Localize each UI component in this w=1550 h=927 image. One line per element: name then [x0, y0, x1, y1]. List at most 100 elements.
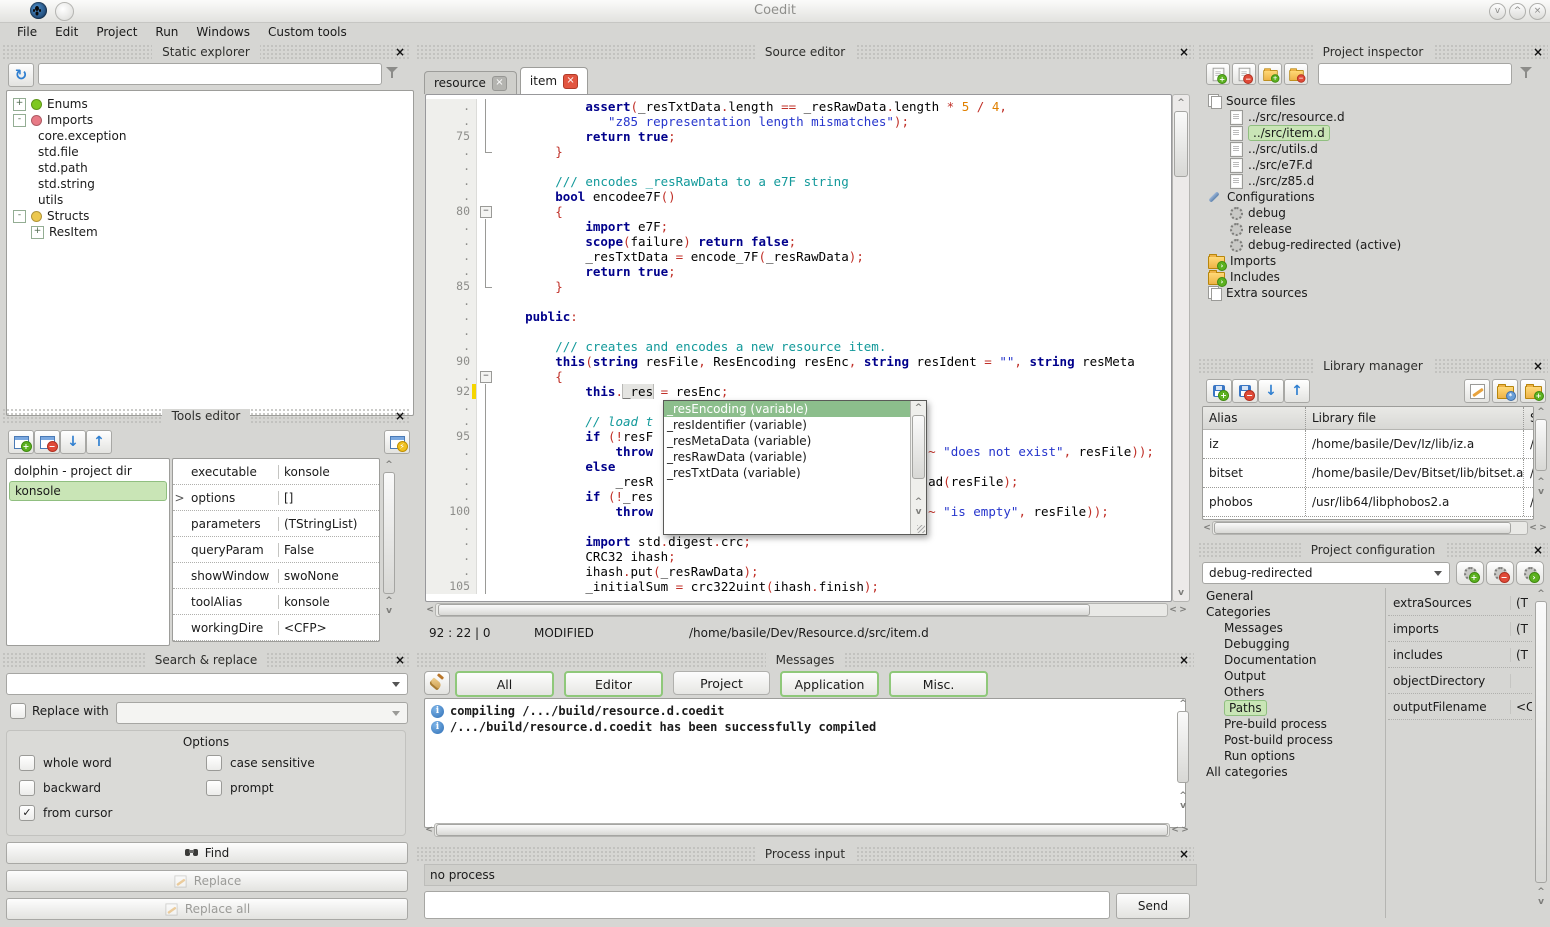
send-button[interactable]: Send	[1116, 893, 1190, 919]
completion-popup-scrollbar[interactable]: ^ ^v	[910, 401, 926, 534]
replace-term-combobox[interactable]	[116, 702, 408, 724]
tool-property-row[interactable]: executablekonsole	[173, 459, 379, 485]
completion-item[interactable]: _resRawData (variable)	[664, 449, 911, 465]
clear-messages-button[interactable]	[424, 671, 450, 695]
tab-close-icon[interactable]: ×	[563, 74, 578, 89]
filter-project[interactable]: Project	[673, 671, 770, 695]
configuration-scrollbar[interactable]: ^ ^v	[1534, 588, 1548, 918]
editor-horizontal-scrollbar[interactable]: < <>	[425, 603, 1188, 617]
replace-with-checkbox[interactable]	[10, 703, 26, 719]
remove-library-button[interactable]: −	[1232, 379, 1258, 403]
tree-item[interactable]: -Imports	[9, 112, 411, 128]
tree-item[interactable]: +ResItem	[9, 224, 411, 240]
project-tree-item[interactable]: ../src/e7F.d	[1202, 157, 1548, 173]
tree-item[interactable]: utils	[9, 192, 411, 208]
remove-configuration-button[interactable]: −	[1486, 561, 1514, 585]
edit-library-button[interactable]	[1464, 379, 1490, 403]
add-library-button[interactable]: +	[1206, 379, 1232, 403]
messages-vertical-scrollbar[interactable]: ^ ^v	[1176, 698, 1190, 818]
category-tree-item[interactable]: Messages	[1202, 620, 1378, 636]
project-tree-item[interactable]: debug	[1202, 205, 1548, 221]
category-tree-item[interactable]: Documentation	[1202, 652, 1378, 668]
checkbox-whole-word[interactable]	[19, 755, 35, 771]
expander-icon[interactable]: -	[13, 210, 26, 223]
category-tree-item[interactable]: Pre-build process	[1202, 716, 1378, 732]
library-row[interactable]: bitset/home/basile/Dev/Bitset/lib/bitset…	[1203, 459, 1533, 488]
checkbox-from-cursor[interactable]: ✓	[19, 805, 35, 821]
message-row[interactable]: icompiling /.../build/resource.d.coedit	[431, 703, 1179, 719]
tool-property-row[interactable]: workingDire<CFP>	[173, 615, 379, 641]
project-tree-item[interactable]: Source files	[1202, 93, 1548, 109]
expander-icon[interactable]: +	[13, 98, 26, 111]
category-tree-item[interactable]: General	[1202, 588, 1378, 604]
library-row[interactable]: iz/home/basile/Dev/Iz/lib/iz.a/ho	[1203, 430, 1533, 459]
library-vertical-scrollbar[interactable]: ^ ^v	[1534, 406, 1548, 518]
messages-list[interactable]: icompiling /.../build/resource.d.coediti…	[424, 698, 1186, 828]
completion-item[interactable]: _resIdentifier (variable)	[664, 417, 911, 433]
menu-item-file[interactable]: File	[8, 23, 46, 41]
tree-item[interactable]: core.exception	[9, 128, 411, 144]
messages-horizontal-scrollbar[interactable]: < <>	[424, 823, 1190, 837]
library-row[interactable]: phobos/usr/lib64/libphobos2.a/us	[1203, 488, 1533, 517]
fold-collapse-icon[interactable]: −	[480, 371, 492, 383]
close-button[interactable]: ×	[1529, 3, 1546, 20]
project-tree-item[interactable]: ›Imports	[1202, 253, 1548, 269]
completion-item[interactable]: _resTxtData (variable)	[664, 465, 911, 481]
resize-grip[interactable]	[917, 525, 925, 533]
process-input-field[interactable]	[424, 891, 1110, 919]
column-header-library-file[interactable]: Library file	[1306, 407, 1524, 429]
static-explorer-filter-input[interactable]	[38, 63, 382, 85]
library-add-folder-button[interactable]: +	[1520, 379, 1546, 403]
filter-all[interactable]: All	[455, 671, 554, 697]
tree-item[interactable]: std.file	[9, 144, 411, 160]
category-tree-item[interactable]: Output	[1202, 668, 1378, 684]
add-configuration-button[interactable]: +	[1456, 561, 1484, 585]
menu-item-run[interactable]: Run	[146, 23, 187, 41]
tool-add-button[interactable]: +	[8, 430, 34, 454]
filter-editor[interactable]: Editor	[564, 671, 663, 697]
project-tree-item[interactable]: Extra sources	[1202, 285, 1548, 301]
config-property-row[interactable]: objectDirectory	[1388, 668, 1532, 694]
completion-item[interactable]: _resMetaData (variable)	[664, 433, 911, 449]
remove-folder-button[interactable]: −	[1284, 63, 1308, 85]
editor-vertical-scrollbar[interactable]: ^ v	[1172, 94, 1190, 602]
static-explorer-close-icon[interactable]: ×	[395, 44, 405, 60]
add-folder-button[interactable]: +	[1258, 63, 1282, 85]
project-tree-item[interactable]: ›Includes	[1202, 269, 1548, 285]
category-tree-item[interactable]: Run options	[1202, 748, 1378, 764]
expander-icon[interactable]: +	[31, 226, 44, 239]
config-property-row[interactable]: outputFilename<C	[1388, 694, 1532, 720]
replace-button[interactable]: Replace	[6, 870, 408, 892]
message-row[interactable]: i/.../build/resource.d.coedit has been s…	[431, 719, 1179, 735]
category-tree-item[interactable]: Others	[1202, 684, 1378, 700]
maximize-button[interactable]: ^	[1509, 3, 1526, 20]
tool-remove-button[interactable]: −	[34, 430, 60, 454]
category-tree-item[interactable]: Paths	[1202, 700, 1378, 716]
column-header-s[interactable]: S	[1524, 407, 1534, 429]
filter-misc[interactable]: Misc.	[889, 671, 988, 697]
tool-move-up-button[interactable]: ↑	[86, 430, 112, 454]
search-term-combobox[interactable]	[6, 673, 408, 695]
replace-all-button[interactable]: Replace all	[6, 898, 408, 920]
menu-item-edit[interactable]: Edit	[46, 23, 87, 41]
library-horizontal-scrollbar[interactable]: < <>	[1202, 521, 1548, 535]
minimize-button[interactable]: v	[1489, 3, 1506, 20]
tree-item[interactable]: std.path	[9, 160, 411, 176]
project-inspector-close-icon[interactable]: ×	[1533, 44, 1543, 60]
tool-property-row[interactable]: queryParamFalse	[173, 537, 379, 563]
project-tree-item[interactable]: release	[1202, 221, 1548, 237]
project-tree-item[interactable]: Configurations	[1202, 189, 1548, 205]
project-tree-item[interactable]: ../src/z85.d	[1202, 173, 1548, 189]
code-editor[interactable]: .assert(_resTxtData.length == _resRawDat…	[425, 94, 1172, 602]
tree-item[interactable]: +Enums	[9, 96, 411, 112]
menu-item-windows[interactable]: Windows	[187, 23, 259, 41]
add-source-button[interactable]: +	[1206, 63, 1230, 85]
checkbox-case-sensitive[interactable]	[206, 755, 222, 771]
tool-property-row[interactable]: showWindowswoNone	[173, 563, 379, 589]
tool-property-row[interactable]: toolAliaskonsole	[173, 589, 379, 615]
clone-configuration-button[interactable]: ›	[1516, 561, 1544, 585]
library-move-up-button[interactable]: ↑	[1284, 379, 1310, 403]
remove-source-button[interactable]: −	[1232, 63, 1256, 85]
tools-grid-scrollbar[interactable]: ^ ^v	[382, 458, 396, 640]
source-editor-close-icon[interactable]: ×	[1179, 44, 1189, 60]
